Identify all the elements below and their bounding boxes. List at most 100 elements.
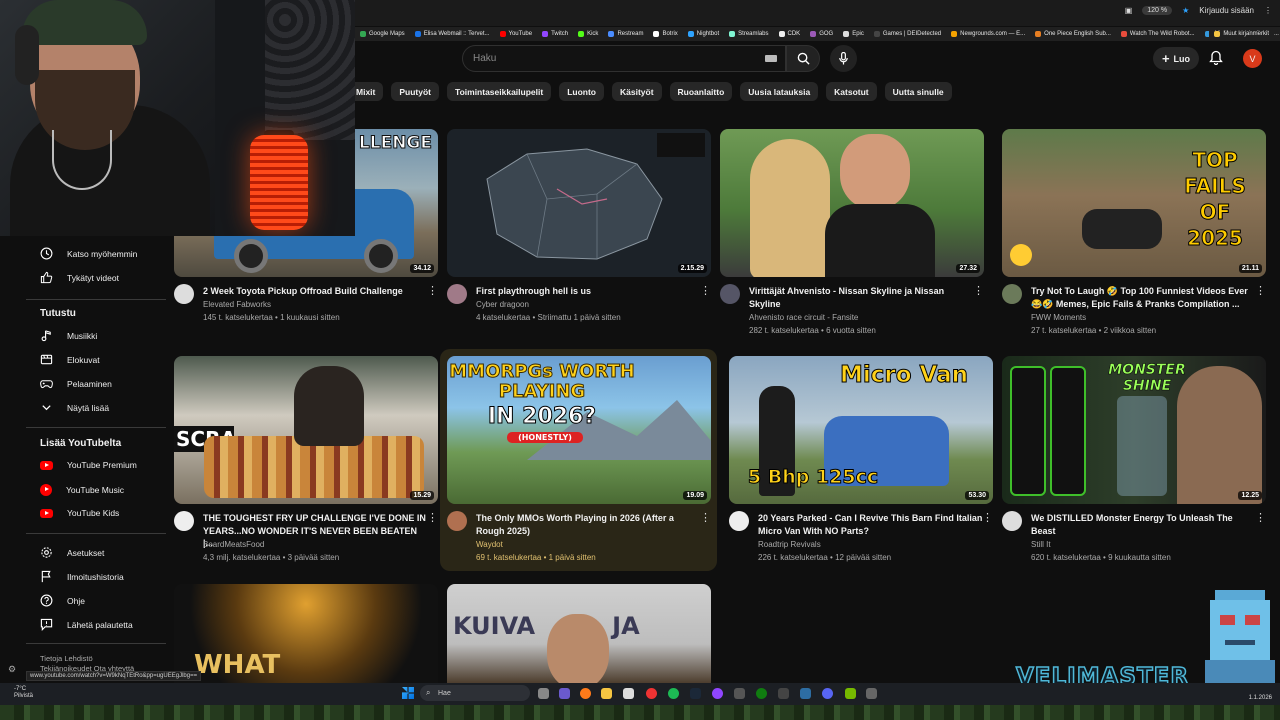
video-thumbnail[interactable]: Micro Van 5 Bhp 125cc 53.30 <box>729 356 993 504</box>
video-thumbnail[interactable]: MONSTER SHINE 12.25 <box>1002 356 1266 504</box>
bookmark-item[interactable]: YouTube <box>495 31 538 37</box>
video-thumbnail[interactable]: WHAT <box>174 584 438 684</box>
bookmark-item[interactable]: One Piece English Sub... <box>1030 31 1116 37</box>
video-thumbnail[interactable]: TOP FAILS OF 2025 21.11 <box>1002 129 1266 277</box>
bookmark-item[interactable]: Google Maps <box>355 31 410 37</box>
channel-name[interactable]: Cyber dragoon <box>476 300 529 309</box>
store-icon[interactable] <box>623 688 634 699</box>
app-icon[interactable] <box>712 688 723 699</box>
nvidia-icon[interactable] <box>845 688 856 699</box>
channel-avatar[interactable] <box>720 284 740 304</box>
app-icon[interactable] <box>734 688 745 699</box>
bookmark-item[interactable]: Botrix <box>648 31 682 37</box>
bookmark-item[interactable]: Epic <box>838 31 869 37</box>
spotify-icon[interactable] <box>668 688 679 699</box>
gear-icon[interactable]: ⚙ <box>8 664 16 675</box>
more-options-icon[interactable]: ⋮ <box>427 286 438 297</box>
firefox-icon[interactable] <box>580 688 591 699</box>
star-icon[interactable]: ★ <box>1182 6 1189 15</box>
filter-chip[interactable]: Uutta sinulle <box>884 82 952 101</box>
bookmark-item[interactable]: Twitch <box>537 31 573 37</box>
file-explorer-icon[interactable] <box>601 688 612 699</box>
channel-avatar[interactable] <box>729 511 749 531</box>
app-icon[interactable] <box>646 688 657 699</box>
sidebar-item-watch-later[interactable]: Katso myöhemmin <box>40 247 137 260</box>
sidebar-item-settings[interactable]: Asetukset <box>40 546 104 559</box>
xbox-icon[interactable] <box>756 688 767 699</box>
channel-name[interactable]: Still It <box>1031 540 1051 549</box>
more-options-icon[interactable]: ⋮ <box>700 286 711 297</box>
system-tray[interactable]: 1.1.2026 <box>1249 686 1272 702</box>
sidebar-item-help[interactable]: Ohje <box>40 594 85 607</box>
bookmark-item[interactable]: Games | DEIDetected <box>869 31 946 37</box>
channel-name[interactable]: Ahvenisto race circuit - Fansite <box>749 313 858 322</box>
bookmark-item[interactable]: Newgrounds.com — E... <box>946 31 1030 37</box>
filter-chip[interactable]: Puutyöt <box>391 82 440 101</box>
channel-name[interactable]: BeardMeatsFood <box>203 540 264 549</box>
channel-avatar[interactable] <box>174 511 194 531</box>
account-avatar[interactable]: V <box>1243 49 1262 68</box>
sidebar-item-music[interactable]: Musiikki <box>40 329 97 342</box>
sidebar-item-liked[interactable]: Tykätyt videot <box>40 271 119 284</box>
sidebar-item-gaming[interactable]: Pelaaminen <box>40 377 112 390</box>
filter-chip[interactable]: Toimintaseikkailupelit <box>447 82 552 101</box>
video-title[interactable]: 2 Week Toyota Pickup Offroad Build Chall… <box>203 285 428 298</box>
sidebar-item-report-history[interactable]: Ilmoitushistoria <box>40 570 124 583</box>
more-options-icon[interactable]: ⋮ <box>973 286 984 297</box>
sidebar-item-youtube-premium[interactable]: YouTube Premium <box>40 460 137 470</box>
filter-chip[interactable]: Ruoanlaitto <box>669 82 733 101</box>
sidebar-item-feedback[interactable]: Lähetä palautetta <box>40 618 133 631</box>
zoom-indicator[interactable]: 120 % <box>1142 6 1173 15</box>
video-thumbnail[interactable]: SCRA 15.29 <box>174 356 438 504</box>
taskbar-search[interactable]: ⌕ Hae <box>420 685 530 701</box>
sidebar-item-youtube-kids[interactable]: YouTube Kids <box>40 508 119 518</box>
voice-search-button[interactable] <box>830 45 857 72</box>
bookmark-item[interactable]: CDK <box>774 31 806 37</box>
footer-links-1[interactable]: Tietoja Lehdistö <box>40 654 134 664</box>
sidebar-item-movies[interactable]: Elokuvat <box>40 353 100 366</box>
other-bookmarks[interactable]: Muut kirjanmerkit <box>1209 31 1274 37</box>
discord-icon[interactable] <box>822 688 833 699</box>
video-thumbnail[interactable]: 2.15.29 <box>447 129 711 277</box>
filter-chip[interactable]: Käsityöt <box>611 82 662 101</box>
bookmark-item[interactable]: Restream <box>603 31 648 37</box>
notifications-button[interactable] <box>1209 50 1223 70</box>
channel-name[interactable]: Roadtrip Revivals <box>758 540 821 549</box>
filter-chip[interactable]: Mixit <box>355 82 384 101</box>
video-thumbnail[interactable]: KUIVA A JA <box>447 584 711 684</box>
sidebar-item-youtube-music[interactable]: YouTube Music <box>40 484 124 496</box>
search-input[interactable]: Haku <box>462 45 786 72</box>
channel-avatar[interactable] <box>447 511 467 531</box>
filter-chip[interactable]: Katsotut <box>826 82 877 101</box>
bookmark-item[interactable]: Watch The Wild Robot... <box>1116 31 1200 37</box>
channel-avatar[interactable] <box>1002 284 1022 304</box>
task-view-icon[interactable] <box>538 688 549 699</box>
channel-avatar[interactable] <box>447 284 467 304</box>
video-title[interactable]: 20 Years Parked - Can I Revive This Barn… <box>758 512 983 537</box>
filter-chip[interactable]: Luonto <box>559 82 604 101</box>
teams-icon[interactable] <box>559 688 570 699</box>
sidebar-item-show-more[interactable]: Näytä lisää <box>40 401 109 414</box>
bookmark-item[interactable]: Elisa Webmail :: Tervet... <box>410 31 495 37</box>
weather-widget[interactable]: -7°C Pilvistä <box>14 686 33 700</box>
create-button[interactable]: + Luo <box>1153 47 1199 70</box>
video-thumbnail[interactable]: MMORPGs WORTH PLAYING IN 2026? (HONESTLY… <box>447 356 711 504</box>
video-title[interactable]: The Only MMOs Worth Playing in 2026 (Aft… <box>476 512 701 537</box>
channel-avatar[interactable] <box>1002 511 1022 531</box>
video-title[interactable]: Try Not To Laugh 🤣 Top 100 Funniest Vide… <box>1031 285 1256 310</box>
video-thumbnail[interactable]: 27.32 <box>720 129 984 277</box>
more-options-icon[interactable]: ⋮ <box>1255 513 1266 524</box>
browser-menu-icon[interactable]: ⋮ <box>1264 6 1272 15</box>
channel-name[interactable]: Elevated Fabworks <box>203 300 271 309</box>
video-title[interactable]: Virittäjät Ahvenisto - Nissan Skyline ja… <box>749 285 974 310</box>
steam-icon[interactable] <box>690 688 701 699</box>
video-title[interactable]: First playthrough hell is us <box>476 285 701 298</box>
app-icon[interactable] <box>778 688 789 699</box>
more-options-icon[interactable]: ⋮ <box>700 513 711 524</box>
bookmark-item[interactable]: Streamlabs <box>724 31 773 37</box>
bookmark-item[interactable]: GOG <box>805 31 838 37</box>
more-options-icon[interactable]: ⋮ <box>427 513 438 524</box>
channel-avatar[interactable] <box>174 284 194 304</box>
app-icon[interactable] <box>800 688 811 699</box>
more-options-icon[interactable]: ⋮ <box>1255 286 1266 297</box>
